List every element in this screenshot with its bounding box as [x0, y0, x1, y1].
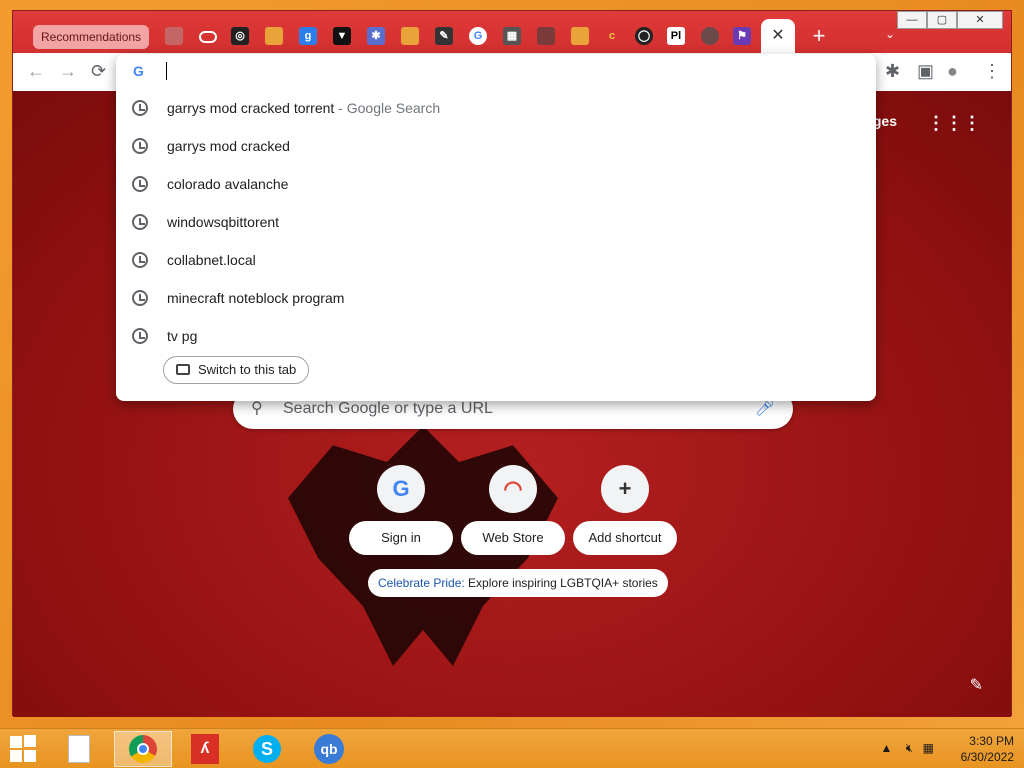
tab-favicon-6[interactable]: ▼	[333, 27, 351, 45]
suggestion-row[interactable]: windowsqbittorent	[116, 204, 876, 242]
tab-favicon-2[interactable]	[199, 31, 217, 43]
tab-favicon-18[interactable]: ⚑	[733, 27, 751, 45]
tab-favicon-google[interactable]: G	[469, 27, 487, 45]
google-icon: G	[133, 63, 144, 79]
suggestion-text: collabnet.local	[167, 252, 256, 268]
window-controls: — ▢ ✕	[897, 11, 1003, 29]
history-clock-icon	[132, 328, 148, 344]
taskbar-qbittorrent[interactable]: qb	[300, 731, 358, 767]
switch-to-tab-label: Switch to this tab	[198, 362, 297, 377]
taskbar-chrome[interactable]	[114, 731, 172, 767]
taskbar: ʎ S qb ▲ 🔇︎ ▦ 3:30 PM 6/30/2022	[0, 728, 1024, 768]
chrome-web-store-icon: ◠	[489, 465, 537, 513]
taskbar-file-explorer[interactable]	[50, 731, 108, 767]
volume-muted-icon[interactable]: 🔇︎	[906, 741, 914, 755]
clock-time: 3:30 PM	[969, 734, 1014, 748]
suggestion-text: minecraft noteblock program	[167, 290, 345, 306]
suggestion-suffix: - Google Search	[334, 100, 441, 116]
suggestion-text: colorado avalanche	[167, 176, 289, 192]
shortcut-label: Web Store	[461, 521, 565, 555]
tab-favicon-15[interactable]: ◯	[635, 27, 653, 45]
promo-text: Explore inspiring LGBTQIA+ stories	[464, 576, 658, 590]
tab-favicon-5[interactable]: g	[299, 27, 317, 45]
tab-favicon-4[interactable]	[265, 27, 283, 45]
reload-icon[interactable]: ⟳	[91, 61, 106, 82]
new-tab-button[interactable]: +	[807, 25, 831, 49]
history-clock-icon	[132, 176, 148, 192]
tab-favicon-7[interactable]: ✱	[367, 27, 385, 45]
menu-icon[interactable]: ⋮	[983, 61, 1001, 82]
show-hidden-icons-chevron-icon[interactable]: ▲	[881, 741, 893, 755]
shortcut-label: Add shortcut	[573, 521, 677, 555]
qbittorrent-icon: qb	[314, 734, 344, 764]
tab-favicon-16[interactable]: Pl	[667, 27, 685, 45]
tab-favicon-11[interactable]: ▦	[503, 27, 521, 45]
history-clock-icon	[132, 252, 148, 268]
customize-pencil-icon[interactable]: ✎	[970, 675, 983, 695]
suggestion-row[interactable]: garrys mod cracked	[116, 128, 876, 166]
close-window-button[interactable]: ✕	[957, 11, 1003, 29]
search-icon: ⚲	[251, 400, 263, 417]
maximize-button[interactable]: ▢	[927, 11, 957, 29]
clock[interactable]: 3:30 PM 6/30/2022	[961, 733, 1014, 765]
system-tray-icons: ▲ 🔇︎ ▦	[881, 741, 934, 756]
suggestion-text: tv pg	[167, 328, 198, 344]
promo-link[interactable]: Celebrate Pride:	[378, 576, 465, 590]
tab-favicon-17[interactable]	[701, 27, 719, 45]
history-clock-icon	[132, 214, 148, 230]
promo-banner[interactable]: Celebrate Pride: Explore inspiring LGBTQ…	[368, 569, 668, 597]
google-icon: G	[377, 465, 425, 513]
tab-favicon-12[interactable]	[537, 27, 555, 45]
forward-icon[interactable]: →	[59, 61, 77, 82]
suggestion-row[interactable]: collabnet.local	[116, 242, 876, 280]
plus-icon: +	[601, 465, 649, 513]
tab-favicon-8[interactable]	[401, 27, 419, 45]
active-tab-close-button[interactable]: ✕	[761, 19, 795, 53]
suggestion-text: garrys mod cracked	[167, 138, 290, 154]
minimize-button[interactable]: —	[897, 11, 927, 29]
suggestion-row[interactable]: minecraft noteblock program	[116, 280, 876, 318]
history-clock-icon	[132, 138, 148, 154]
extensions-icon[interactable]: ✱	[885, 61, 900, 82]
shortcut-label: Sign in	[349, 521, 453, 555]
taskbar-pdf-reader[interactable]: ʎ	[176, 731, 234, 767]
tab-favicon-1[interactable]	[165, 27, 183, 45]
clock-date: 6/30/2022	[960, 750, 1014, 764]
tab-favicon-3[interactable]: ◎	[231, 27, 249, 45]
tab-group-recommendations[interactable]: Recommendations	[33, 25, 150, 49]
shortcut-add[interactable]: + Add shortcut	[573, 465, 677, 555]
document-icon	[68, 735, 90, 763]
suggestion-row[interactable]: tv pg	[116, 318, 876, 356]
tab-favicon-9[interactable]: ✎	[435, 27, 453, 45]
back-icon[interactable]: ←	[27, 61, 45, 82]
skype-icon: S	[253, 735, 281, 763]
switch-to-tab-button[interactable]: Switch to this tab	[163, 356, 310, 384]
network-icon[interactable]: ▦	[923, 741, 934, 755]
suggestion-row[interactable]: colorado avalanche	[116, 166, 876, 204]
tab-favicon-14[interactable]: c	[603, 27, 621, 45]
tab-icon	[176, 364, 190, 375]
omnibox-input[interactable]: G	[116, 54, 876, 90]
history-clock-icon	[132, 100, 148, 116]
search-placeholder: Search Google or type a URL	[283, 400, 493, 417]
start-button[interactable]	[10, 735, 38, 763]
tab-favicon-13[interactable]	[571, 27, 589, 45]
omnibox-dropdown: G garrys mod cracked torrent - Google Se…	[116, 54, 876, 401]
shortcut-sign-in[interactable]: G Sign in	[349, 465, 453, 555]
suggestion-row[interactable]: garrys mod cracked torrent - Google Sear…	[116, 90, 876, 128]
microphone-icon[interactable]: 🎤︎	[755, 398, 775, 418]
taskbar-skype[interactable]: S	[238, 731, 296, 767]
profile-avatar-icon[interactable]: ●	[947, 61, 958, 82]
suggestion-text: windowsqbittorent	[167, 214, 280, 230]
shortcut-web-store[interactable]: ◠ Web Store	[461, 465, 565, 555]
tab-strip: Recommendations ◎ g ▼ ✱ ✎ G ▦ c ◯ Pl ⚑ ✕…	[13, 11, 1011, 53]
suggestion-text: garrys mod cracked torrent	[167, 100, 335, 116]
tab-search-button[interactable]: ⌄	[885, 27, 895, 41]
chrome-icon	[129, 735, 157, 763]
history-clock-icon	[132, 290, 148, 306]
apps-grid-icon[interactable]: ⋮⋮⋮	[927, 113, 981, 134]
pdf-icon: ʎ	[191, 734, 219, 764]
side-panel-icon[interactable]: ▣	[917, 61, 934, 82]
text-caret	[166, 62, 167, 80]
